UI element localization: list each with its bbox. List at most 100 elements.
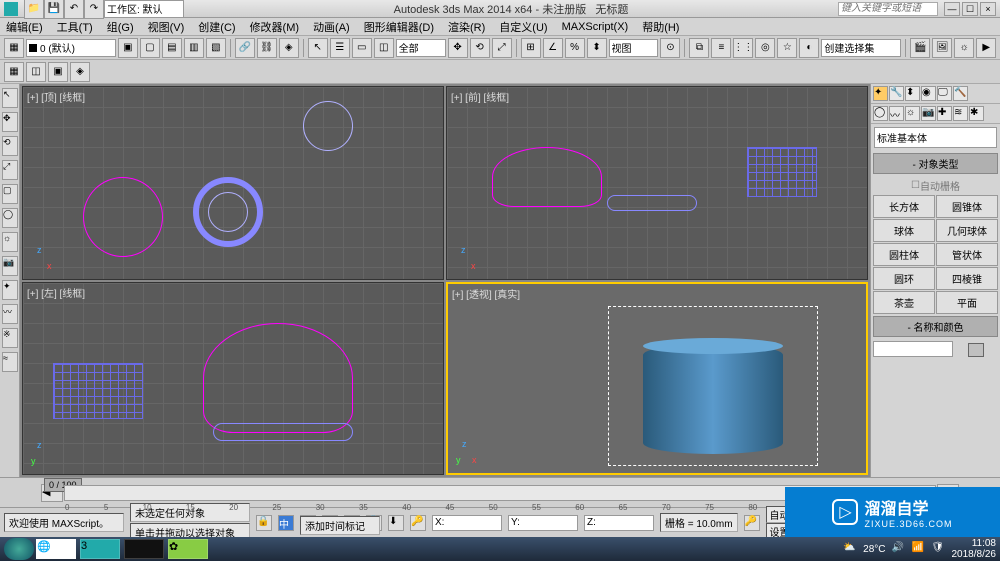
cone-button[interactable]: 圆锥体 <box>936 195 998 218</box>
modify-tab-icon[interactable]: 🔧 <box>889 86 904 101</box>
object-name-input[interactable] <box>873 341 953 357</box>
coord-y[interactable]: Y: <box>508 515 578 531</box>
lock-icon[interactable]: 🔒 <box>256 515 272 531</box>
mb5[interactable]: ⬇ <box>388 515 404 531</box>
torus-button[interactable]: 圆环 <box>873 267 935 290</box>
array-icon[interactable]: ⋮⋮ <box>733 38 753 58</box>
menu-create[interactable]: 创建(C) <box>198 19 235 35</box>
menu-maxscript[interactable]: MAXScript(X) <box>562 21 629 33</box>
minimize-button[interactable]: — <box>944 2 960 16</box>
layer-btn1[interactable]: ▣ <box>118 38 138 58</box>
open-icon[interactable]: 📁 <box>24 0 44 19</box>
menu-edit[interactable]: 编辑(E) <box>6 19 43 35</box>
refcoord-dropdown[interactable]: 视图 <box>609 39 659 57</box>
percent-snap-icon[interactable]: % <box>565 38 585 58</box>
geom-icon[interactable]: ◯ <box>873 106 888 121</box>
tray-icon[interactable]: ⛅ <box>843 542 857 556</box>
viewport-label[interactable]: [+] [前] [线框] <box>451 89 509 104</box>
key-icon[interactable]: 🔑 <box>744 515 760 531</box>
lt-box[interactable]: ▢ <box>2 184 18 204</box>
bind-icon[interactable]: ◈ <box>279 38 299 58</box>
namedsel-dropdown[interactable]: 创建选择集 <box>821 39 901 57</box>
system-icon[interactable]: ✱ <box>969 106 984 121</box>
object-color-swatch[interactable] <box>968 343 984 357</box>
coord-x[interactable]: X: <box>432 515 502 531</box>
unlink-icon[interactable]: ⛓ <box>257 38 277 58</box>
cylinder-object[interactable] <box>643 344 783 454</box>
motion-tab-icon[interactable]: ◉ <box>921 86 936 101</box>
box-button[interactable]: 长方体 <box>873 195 935 218</box>
primitive-dropdown[interactable]: 标准基本体 <box>874 127 997 148</box>
pyramid-button[interactable]: 四棱锥 <box>936 267 998 290</box>
camera-icon[interactable]: 📷 <box>921 106 936 121</box>
teapot-button[interactable]: 茶壶 <box>873 291 935 314</box>
filter-dropdown[interactable]: 全部 <box>396 39 446 57</box>
close-button[interactable]: × <box>980 2 996 16</box>
lt-select[interactable]: ↖ <box>2 88 18 108</box>
viewport-left[interactable]: [+] [左] [线框] zy <box>22 282 444 476</box>
layer-btn3[interactable]: ▤ <box>162 38 182 58</box>
mirror-icon[interactable]: ⧉ <box>689 38 709 58</box>
cn-icon[interactable]: 中 <box>278 515 294 531</box>
select-icon[interactable]: ↖ <box>308 38 328 58</box>
lt-helper[interactable]: ✦ <box>2 280 18 300</box>
scale-icon[interactable]: ⤢ <box>492 38 512 58</box>
utilities-tab-icon[interactable]: 🔨 <box>953 86 968 101</box>
geosphere-button[interactable]: 几何球体 <box>936 219 998 242</box>
snap-icon[interactable]: ⊞ <box>521 38 541 58</box>
viewport-perspective[interactable]: [+] [透视] [真实] zxy <box>446 282 868 476</box>
angle-snap-icon[interactable]: ∠ <box>543 38 563 58</box>
menu-tools[interactable]: 工具(T) <box>57 19 93 35</box>
tray-icon[interactable]: 📶 <box>912 542 926 556</box>
menu-modifiers[interactable]: 修改器(M) <box>250 19 300 35</box>
lt-warp[interactable]: ≈ <box>2 352 18 372</box>
create-tab-icon[interactable]: ✦ <box>873 86 888 101</box>
menu-graph[interactable]: 图形编辑器(D) <box>364 19 434 35</box>
menu-animation[interactable]: 动画(A) <box>313 19 350 35</box>
center-icon[interactable]: ⊙ <box>660 38 680 58</box>
menu-customize[interactable]: 自定义(U) <box>499 19 547 35</box>
rotate-icon[interactable]: ⟲ <box>470 38 490 58</box>
select-region-icon[interactable]: ▭ <box>352 38 372 58</box>
mb6[interactable]: 🔑 <box>410 515 426 531</box>
viewport-label[interactable]: [+] [透视] [真实] <box>452 286 520 301</box>
maximize-button[interactable]: ☐ <box>962 2 978 16</box>
align-icon[interactable]: ≡ <box>711 38 731 58</box>
lt-rotate[interactable]: ⟲ <box>2 136 18 156</box>
tray-icon[interactable]: 🛡 <box>932 542 946 556</box>
link-icon[interactable]: 🔗 <box>235 38 255 58</box>
lt-shape[interactable]: 〰 <box>2 304 18 324</box>
lt-light[interactable]: ☼ <box>2 232 18 252</box>
task-app2[interactable]: ✿ <box>168 539 208 559</box>
tray-icon[interactable]: 🔊 <box>892 542 906 556</box>
render-prod-icon[interactable]: ▶ <box>976 38 996 58</box>
lt-camera[interactable]: 📷 <box>2 256 18 276</box>
layer-btn5[interactable]: ▧ <box>206 38 226 58</box>
sec-btn[interactable]: ◫ <box>26 62 46 82</box>
save-icon[interactable]: 💾 <box>44 0 64 19</box>
helper-icon[interactable]: ✚ <box>937 106 952 121</box>
start-button[interactable] <box>4 538 34 560</box>
search-input[interactable] <box>838 2 938 16</box>
redo-icon[interactable]: ↷ <box>84 0 104 19</box>
light-icon[interactable]: ☼ <box>905 106 920 121</box>
cylinder-button[interactable]: 圆柱体 <box>873 243 935 266</box>
autogrid-checkbox[interactable]: ☐ 自动栅格 <box>871 176 1000 195</box>
material-icon[interactable]: ◐ <box>799 38 819 58</box>
rendered-frame-icon[interactable]: 🖼 <box>932 38 952 58</box>
sec-btn[interactable]: ▣ <box>48 62 68 82</box>
warp-icon[interactable]: ≋ <box>953 106 968 121</box>
viewport-label[interactable]: [+] [左] [线框] <box>27 285 85 300</box>
tube-button[interactable]: 管状体 <box>936 243 998 266</box>
task-3dsmax[interactable]: 3 <box>80 539 120 559</box>
layer-dropdown[interactable]: 0 (默认) <box>26 39 116 57</box>
select-window-icon[interactable]: ◫ <box>374 38 394 58</box>
lt-move[interactable]: ✥ <box>2 112 18 132</box>
render-icon[interactable]: ☼ <box>954 38 974 58</box>
plane-button[interactable]: 平面 <box>936 291 998 314</box>
shape-icon[interactable]: 〰 <box>889 106 904 121</box>
layer-btn4[interactable]: ▥ <box>184 38 204 58</box>
layer-icon[interactable]: ▦ <box>4 38 24 58</box>
task-chrome[interactable]: 🌐 <box>36 539 76 559</box>
task-app[interactable] <box>124 539 164 559</box>
